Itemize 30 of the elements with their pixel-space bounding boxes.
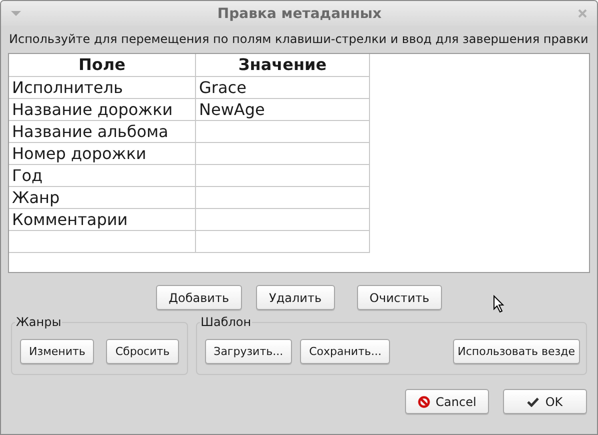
- window-title: Правка метаданных: [217, 6, 382, 22]
- checkmark-icon: [527, 396, 540, 406]
- action-button[interactable]: Загрузить...: [204, 339, 292, 364]
- field-cell: Жанр: [9, 186, 196, 208]
- field-cell: Год: [9, 164, 196, 186]
- column-header[interactable]: Значение: [196, 54, 370, 76]
- field-cell: Комментарии: [9, 208, 196, 230]
- window-menu-icon[interactable]: [11, 11, 21, 16]
- action-button[interactable]: Изменить: [20, 339, 94, 364]
- value-cell[interactable]: NewAge: [196, 98, 370, 120]
- field-cell: Название дорожки: [9, 98, 196, 120]
- instruction-text: Используйте для перемещения по полям клавиши-стрелки и ввод для завершения правки: [8, 31, 590, 48]
- action-button[interactable]: Сохранить...: [300, 339, 390, 364]
- action-button[interactable]: Добавить: [156, 285, 242, 310]
- column-header[interactable]: Поле: [9, 54, 196, 76]
- field-cell: Исполнитель: [9, 76, 196, 98]
- action-button[interactable]: Очистить: [356, 285, 442, 310]
- field-cell: Название альбома: [9, 120, 196, 142]
- field-cell: Номер дорожки: [9, 142, 196, 164]
- no-entry-icon: [418, 396, 430, 408]
- value-cell[interactable]: Grace: [196, 76, 370, 98]
- action-button[interactable]: Удалить: [256, 285, 335, 310]
- group-title: Жанры: [15, 315, 62, 329]
- action-button[interactable]: Сбросить: [106, 339, 179, 364]
- close-icon[interactable]: [578, 9, 587, 18]
- mouse-pointer-icon: [493, 295, 505, 313]
- cancel-button[interactable]: Cancel: [405, 389, 489, 414]
- ok-button[interactable]: OK: [503, 389, 587, 414]
- apply-everywhere-button[interactable]: Использовать везде: [452, 339, 580, 364]
- group-title: Шаблон: [200, 315, 252, 329]
